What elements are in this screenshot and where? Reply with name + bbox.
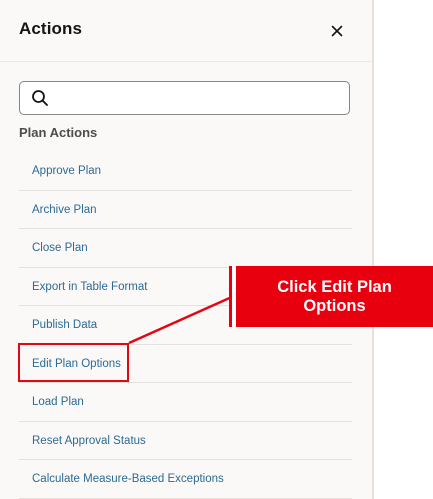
archive-plan-link[interactable]: Archive Plan [32,204,97,216]
action-item-close-plan: Close Plan [19,229,352,268]
search-icon [32,90,48,106]
approve-plan-link[interactable]: Approve Plan [32,165,101,177]
actions-panel: Actions Plan Actions Approve Plan Archiv… [0,0,372,499]
close-plan-link[interactable]: Close Plan [32,242,88,254]
background-edge [374,0,433,499]
reset-approval-status-link[interactable]: Reset Approval Status [32,435,146,447]
highlight-box [18,343,129,382]
close-icon [331,25,343,37]
action-item-reset-approval: Reset Approval Status [19,422,352,460]
section-heading: Plan Actions [19,125,98,140]
search-field[interactable] [19,81,350,115]
action-item-approve-plan: Approve Plan [19,152,352,191]
calculate-measure-exceptions-link[interactable]: Calculate Measure-Based Exceptions [32,473,224,485]
search-input[interactable] [58,82,343,114]
panel-title: Actions [19,19,83,38]
load-plan-link[interactable]: Load Plan [32,396,84,408]
action-item-archive-plan: Archive Plan [19,191,352,229]
action-item-calculate-exceptions: Calculate Measure-Based Exceptions [19,460,352,499]
publish-data-link[interactable]: Publish Data [32,319,97,331]
close-button[interactable] [324,18,350,44]
action-item-load-plan: Load Plan [19,383,352,422]
callout-banner: Click Edit Plan Options [232,266,433,327]
export-table-format-link[interactable]: Export in Table Format [32,281,147,293]
header-divider [0,61,372,62]
callout-text: Click Edit Plan Options [277,277,392,315]
